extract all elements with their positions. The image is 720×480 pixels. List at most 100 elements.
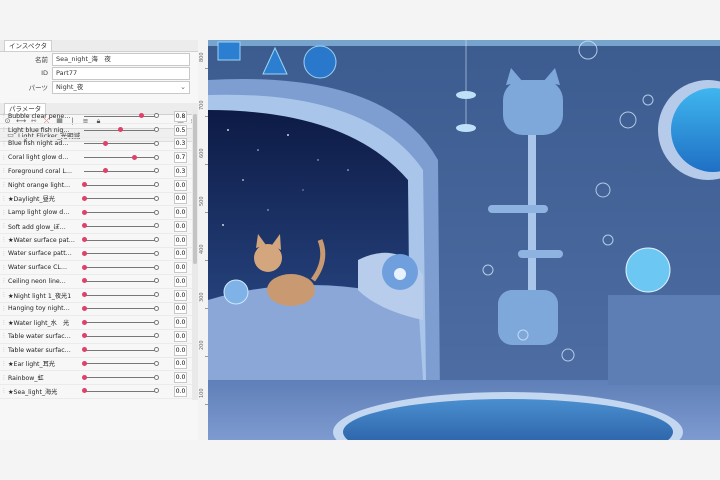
drag-handle-icon[interactable]: ⋮ <box>0 388 8 394</box>
parameter-slider[interactable] <box>82 139 159 148</box>
parameter-slider[interactable] <box>81 332 159 341</box>
parameter-row[interactable]: ⋮ Rainbow_虹 0.0 <box>0 371 192 385</box>
drag-handle-icon[interactable]: ⋮ <box>0 237 8 243</box>
drag-handle-icon[interactable]: ⋮ <box>0 347 8 353</box>
parameter-value[interactable]: 0.0 <box>174 303 187 315</box>
slider-knob[interactable] <box>81 182 87 188</box>
slider-knob[interactable] <box>81 305 87 311</box>
parameter-value[interactable]: 0.0 <box>174 317 187 329</box>
parameter-row[interactable]: ⋮ Table water surfac… 0.0 <box>0 344 192 358</box>
drag-handle-icon[interactable]: ⋮ <box>0 320 8 326</box>
parameter-slider[interactable] <box>81 249 159 258</box>
drag-handle-icon[interactable]: ⋮ <box>0 265 8 271</box>
parameter-row[interactable]: ⋮ Water surface patt… 0.0 <box>0 248 192 262</box>
parameter-row[interactable]: ⋮ ★Night light 1_夜光1 0.0 <box>0 289 192 303</box>
parameter-value[interactable]: 0.8 <box>174 110 187 122</box>
drag-handle-icon[interactable]: ⋮ <box>0 333 8 339</box>
illustration-canvas[interactable] <box>208 40 720 440</box>
drag-handle-icon[interactable]: ⋮ <box>0 278 8 284</box>
slider-knob[interactable] <box>81 250 87 256</box>
parameter-slider[interactable] <box>81 359 159 368</box>
drag-handle-icon[interactable]: ⋮ <box>0 306 8 312</box>
drag-handle-icon[interactable]: ⋮ <box>0 155 8 161</box>
slider-knob[interactable] <box>81 319 87 325</box>
parameter-value[interactable]: 0.0 <box>174 372 187 384</box>
parameter-row[interactable]: ⋮ Night orange light… 0.0 <box>0 179 192 193</box>
slider-knob[interactable] <box>81 278 87 284</box>
drag-handle-icon[interactable]: ⋮ <box>0 292 8 298</box>
parameter-row[interactable]: ⋮ Hanging toy night… 0.0 <box>0 303 192 317</box>
drag-handle-icon[interactable]: ⋮ <box>0 251 8 257</box>
slider-knob[interactable] <box>81 388 87 394</box>
parameter-row[interactable]: ⋮ Table water surfac… 0.0 <box>0 330 192 344</box>
slider-knob[interactable] <box>81 209 87 215</box>
parameter-value[interactable]: 0.0 <box>174 248 187 260</box>
parameter-row[interactable]: ⋮ Ceiling neon line… 0.0 <box>0 275 192 289</box>
parameter-slider[interactable] <box>81 291 159 300</box>
parameter-row[interactable]: ⋮ ★Water light_水 光 0.0 <box>0 316 192 330</box>
parameter-value[interactable]: 0.7 <box>174 152 187 164</box>
drag-handle-icon[interactable]: ⋮ <box>0 182 8 188</box>
drag-handle-icon[interactable]: ⋮ <box>0 196 8 202</box>
drag-handle-icon[interactable]: ⋮ <box>0 113 8 119</box>
name-field[interactable]: Sea_night_海 夜 <box>52 52 190 66</box>
drag-handle-icon[interactable]: ⋮ <box>0 223 8 229</box>
parameter-row[interactable]: ⋮ ★Daylight_昼光 0.0 <box>0 193 192 207</box>
parameter-value[interactable]: 0.0 <box>174 344 187 356</box>
drag-handle-icon[interactable]: ⋮ <box>0 127 8 133</box>
parameter-slider[interactable] <box>81 387 159 396</box>
slider-knob[interactable] <box>131 154 137 160</box>
parameter-value[interactable]: 0.3 <box>174 138 187 150</box>
parameter-row[interactable]: ⋮ Blue fish night ad… 0.3 <box>0 138 192 152</box>
parameter-value[interactable]: 0.0 <box>174 179 187 191</box>
parameter-slider[interactable] <box>82 112 159 121</box>
scrollbar-thumb[interactable] <box>193 114 197 264</box>
slider-knob[interactable] <box>103 168 109 174</box>
parameter-slider[interactable] <box>81 304 159 313</box>
slider-knob[interactable] <box>81 237 87 243</box>
parameter-row[interactable]: ⋮ ★Sea_light_海光 0.0 <box>0 385 192 399</box>
parameter-slider[interactable] <box>81 194 159 203</box>
slider-knob[interactable] <box>81 360 87 366</box>
parameter-row[interactable]: ⋮ Soft add glow_ぼ… 0.0 <box>0 220 192 234</box>
slider-knob[interactable] <box>81 223 87 229</box>
parameter-value[interactable]: 0.0 <box>174 385 187 397</box>
parameter-value[interactable]: 0.0 <box>174 220 187 232</box>
parameter-slider[interactable] <box>82 153 159 162</box>
parameter-value[interactable]: 0.3 <box>174 165 187 177</box>
parameter-row[interactable]: ⋮ ★Ear light_耳光 0.0 <box>0 358 192 372</box>
parameter-value[interactable]: 0.0 <box>174 289 187 301</box>
slider-knob[interactable] <box>81 374 87 380</box>
parameter-row[interactable]: ⋮ Water surface CL… 0.0 <box>0 261 192 275</box>
inspector-tab[interactable]: インスペクタ <box>0 40 198 52</box>
parameter-slider[interactable] <box>82 126 159 135</box>
parameter-slider[interactable] <box>81 222 159 231</box>
slider-knob[interactable] <box>81 347 87 353</box>
slider-knob[interactable] <box>81 292 87 298</box>
slider-knob[interactable] <box>81 195 87 201</box>
parameter-value[interactable]: 0.0 <box>174 275 187 287</box>
parameter-row[interactable]: ⋮ Foreground coral L… 0.3 <box>0 165 192 179</box>
drag-handle-icon[interactable]: ⋮ <box>0 210 8 216</box>
drag-handle-icon[interactable]: ⋮ <box>0 361 8 367</box>
parameter-slider[interactable] <box>81 263 159 272</box>
parameter-slider[interactable] <box>81 277 159 286</box>
slider-knob[interactable] <box>81 333 87 339</box>
parameter-slider[interactable] <box>82 167 159 176</box>
parameter-value[interactable]: 0.5 <box>174 124 187 136</box>
drag-handle-icon[interactable]: ⋮ <box>0 168 8 174</box>
slider-knob[interactable] <box>139 113 145 119</box>
drag-handle-icon[interactable]: ⋮ <box>0 375 8 381</box>
slider-knob[interactable] <box>117 127 123 133</box>
parameter-slider[interactable] <box>81 346 159 355</box>
id-field[interactable]: Part77 <box>52 66 190 80</box>
parameter-value[interactable]: 0.0 <box>174 234 187 246</box>
parameter-row[interactable]: ⋮ Light blue fish nig… 0.5 <box>0 124 192 138</box>
parameter-value[interactable]: 0.0 <box>174 193 187 205</box>
parameter-row[interactable]: ⋮ Lamp light glow d… 0.0 <box>0 206 192 220</box>
parameter-row[interactable]: ⋮ Coral light glow d… 0.7 <box>0 151 192 165</box>
parameter-value[interactable]: 0.0 <box>174 262 187 274</box>
parameter-row[interactable]: ⋮ Bubble clear pene… 0.8 <box>0 110 192 124</box>
parameter-value[interactable]: 0.0 <box>174 358 187 370</box>
parameter-slider[interactable] <box>81 208 159 217</box>
